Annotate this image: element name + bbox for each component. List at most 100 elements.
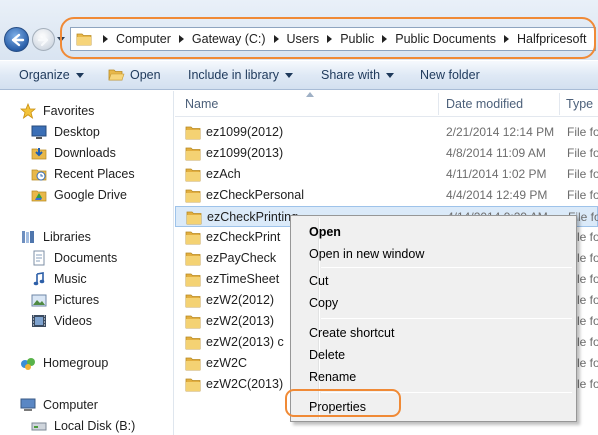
computer-icon xyxy=(20,397,38,413)
file-name: ezW2(2013) c xyxy=(206,335,284,349)
open-folder-icon xyxy=(108,68,125,82)
nav-google-drive[interactable]: Google Drive xyxy=(31,187,127,203)
file-name: ez1099(2012) xyxy=(206,125,284,139)
forward-button[interactable] xyxy=(32,28,55,51)
downloads-icon xyxy=(31,145,49,161)
file-date: 4/4/2014 12:49 PM xyxy=(446,188,548,202)
folder-icon xyxy=(185,356,201,371)
folder-icon xyxy=(185,230,201,245)
folder-icon xyxy=(185,167,201,182)
menu-item-copy[interactable]: Copy xyxy=(309,296,338,310)
menu-item-cut[interactable]: Cut xyxy=(309,274,328,288)
nav-music[interactable]: Music xyxy=(31,271,87,287)
file-name: ezW2C(2013) xyxy=(206,377,284,391)
folder-icon xyxy=(186,210,202,225)
nav-computer-label: Computer xyxy=(43,398,98,412)
column-date-modified[interactable]: Date modified xyxy=(446,97,523,111)
nav-downloads[interactable]: Downloads xyxy=(31,145,116,161)
new-folder-button[interactable]: New folder xyxy=(420,68,480,82)
menu-separator xyxy=(321,318,572,319)
nav-favorites[interactable]: Favorites xyxy=(20,103,94,119)
file-name: ezPayCheck xyxy=(206,251,277,265)
file-date: 4/11/2014 1:02 PM xyxy=(446,167,547,181)
file-type: File fo xyxy=(567,167,598,181)
menu-item-create-shortcut[interactable]: Create shortcut xyxy=(309,326,394,340)
folder-icon xyxy=(185,251,201,266)
command-bar: Organize Open Include in library Share w… xyxy=(0,60,598,90)
music-icon xyxy=(31,271,49,287)
file-name: ez1099(2013) xyxy=(206,146,284,160)
file-date: 2/21/2014 12:14 PM xyxy=(446,125,555,139)
organize-button[interactable]: Organize xyxy=(19,68,84,82)
nav-recent-places[interactable]: Recent Places xyxy=(31,166,135,182)
nav-recent-places-label: Recent Places xyxy=(54,167,135,181)
folder-icon xyxy=(185,146,201,161)
column-divider[interactable] xyxy=(559,93,560,115)
file-name: ezCheckPrint xyxy=(206,230,281,244)
nav-downloads-label: Downloads xyxy=(54,146,116,160)
list-item[interactable]: ez1099(2012) 2/21/2014 12:14 PM File fo xyxy=(175,122,598,143)
back-button[interactable] xyxy=(4,27,29,52)
share-with-label: Share with xyxy=(321,68,381,82)
new-folder-label: New folder xyxy=(420,68,480,82)
nav-videos[interactable]: Videos xyxy=(31,313,92,329)
properties-highlight-annotation xyxy=(285,389,401,417)
list-item[interactable]: ezAch 4/11/2014 1:02 PM File fo xyxy=(175,164,598,185)
chevron-down-icon xyxy=(386,72,395,78)
file-name: ezW2(2012) xyxy=(206,293,275,307)
nav-desktop-label: Desktop xyxy=(54,125,100,139)
column-header-row: Name Date modified Type xyxy=(175,91,598,117)
drive-icon xyxy=(31,418,49,434)
nav-local-disk-b[interactable]: Local Disk (B:) xyxy=(31,418,135,434)
nav-computer[interactable]: Computer xyxy=(20,397,98,413)
column-name[interactable]: Name xyxy=(185,97,218,111)
menu-item-open[interactable]: Open xyxy=(309,225,341,239)
folder-icon xyxy=(185,293,201,308)
nav-videos-label: Videos xyxy=(54,314,92,328)
folder-icon xyxy=(185,314,201,329)
sort-ascending-icon xyxy=(306,92,314,97)
file-type: File fo xyxy=(567,125,598,139)
nav-pictures[interactable]: Pictures xyxy=(31,292,99,308)
column-divider[interactable] xyxy=(438,93,439,115)
open-label: Open xyxy=(130,68,161,82)
menu-separator xyxy=(321,267,572,268)
nav-documents-label: Documents xyxy=(54,251,118,265)
menu-item-delete[interactable]: Delete xyxy=(309,348,345,362)
nav-homegroup-label: Homegroup xyxy=(43,356,109,370)
file-date: 4/8/2014 11:09 AM xyxy=(446,146,546,160)
folder-icon xyxy=(185,335,201,350)
videos-icon xyxy=(31,313,49,329)
nav-libraries[interactable]: Libraries xyxy=(20,229,91,245)
address-highlight-annotation xyxy=(60,17,596,59)
recent-places-icon xyxy=(31,166,49,182)
nav-local-disk-label: Local Disk (B:) xyxy=(54,419,136,433)
nav-documents[interactable]: Documents xyxy=(31,250,117,266)
file-type: File fo xyxy=(567,188,598,202)
nav-libraries-label: Libraries xyxy=(43,230,91,244)
pictures-icon xyxy=(31,292,49,308)
file-name: ezW2(2013) xyxy=(206,314,275,328)
menu-item-open-in-new-window[interactable]: Open in new window xyxy=(309,247,424,261)
chevron-down-icon xyxy=(75,72,84,78)
nav-desktop[interactable]: Desktop xyxy=(31,124,100,140)
libraries-icon xyxy=(20,229,38,245)
column-type[interactable]: Type xyxy=(566,97,593,111)
folder-icon xyxy=(185,125,201,140)
nav-homegroup[interactable]: Homegroup xyxy=(20,355,108,371)
folder-icon xyxy=(185,188,201,203)
documents-icon xyxy=(31,250,49,266)
menu-item-rename[interactable]: Rename xyxy=(309,370,356,384)
homegroup-icon xyxy=(20,355,38,371)
list-item[interactable]: ez1099(2013) 4/8/2014 11:09 AM File fo xyxy=(175,143,598,164)
folder-icon xyxy=(185,272,201,287)
file-name: ezCheckPrinting xyxy=(207,210,299,224)
organize-label: Organize xyxy=(19,68,70,82)
chevron-down-icon xyxy=(285,72,294,78)
share-with-button[interactable]: Share with xyxy=(321,68,395,82)
open-button[interactable]: Open xyxy=(108,68,161,82)
list-item[interactable]: ezCheckPersonal 4/4/2014 12:49 PM File f… xyxy=(175,185,598,206)
nav-pictures-label: Pictures xyxy=(54,293,100,307)
file-type: File fo xyxy=(567,146,598,160)
include-in-library-button[interactable]: Include in library xyxy=(188,68,294,82)
